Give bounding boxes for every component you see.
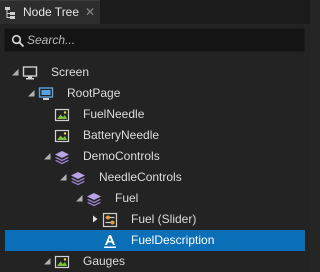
- tree-node[interactable]: Fuel (Slider): [0, 209, 310, 230]
- expanded-arrow-icon[interactable]: [74, 193, 84, 203]
- tree-node-label: FuelNeedle: [83, 107, 145, 121]
- screen-icon: [22, 66, 38, 80]
- search-icon: [11, 34, 25, 48]
- image-icon: [54, 129, 70, 143]
- tree-node-label: FuelDescription: [131, 233, 215, 247]
- tree-node-label: DemoControls: [83, 149, 160, 163]
- tree-node-label: RootPage: [67, 86, 121, 100]
- tab-node-tree[interactable]: Node Tree ✕: [0, 0, 100, 24]
- layers-icon: [87, 193, 101, 207]
- collapsed-arrow-icon[interactable]: [90, 214, 100, 224]
- tree-node[interactable]: RootPage: [0, 83, 310, 104]
- tab-bar: Node Tree ✕: [0, 0, 310, 24]
- expanded-arrow-icon[interactable]: [42, 151, 52, 161]
- expanded-arrow-icon[interactable]: [10, 67, 20, 77]
- expanded-arrow-icon[interactable]: [58, 172, 68, 182]
- tree-node[interactable]: Screen: [0, 62, 310, 83]
- tree-node[interactable]: BatteryNeedle: [0, 125, 310, 146]
- image-icon: [54, 108, 70, 122]
- slider-icon: [102, 212, 118, 228]
- page-icon: [38, 87, 54, 100]
- image-icon: [54, 255, 70, 269]
- tree-node[interactable]: NeedleControls: [0, 167, 310, 188]
- tree-node-label: Screen: [51, 65, 90, 79]
- search-box: [4, 28, 305, 52]
- tree-node[interactable]: FuelDescription: [0, 230, 310, 251]
- layers-icon: [71, 172, 85, 186]
- search-input[interactable]: [27, 32, 297, 48]
- node-tree-panel: Node Tree ✕ Screen RootPage FuelNeedle Batt…: [0, 0, 310, 272]
- node-tree-icon: [5, 7, 15, 19]
- tree-node[interactable]: FuelNeedle: [0, 104, 310, 125]
- tree-node-label: Fuel: [115, 191, 139, 205]
- text-block-icon: [104, 235, 116, 248]
- close-icon[interactable]: ✕: [85, 5, 95, 19]
- expanded-arrow-icon[interactable]: [26, 88, 36, 98]
- tree-node-label: Fuel (Slider): [131, 212, 197, 226]
- tree-node[interactable]: Gauges: [0, 251, 310, 272]
- expanded-arrow-icon[interactable]: [42, 256, 52, 266]
- tree-node[interactable]: DemoControls: [0, 146, 310, 167]
- tree-node-label: Gauges: [83, 254, 126, 268]
- layers-icon: [55, 151, 69, 165]
- node-tree: Screen RootPage FuelNeedle BatteryNeedle Dem…: [0, 62, 310, 272]
- tree-node-label: BatteryNeedle: [83, 128, 160, 142]
- tab-title: Node Tree: [23, 5, 80, 19]
- tree-node[interactable]: Fuel: [0, 188, 310, 209]
- tree-node-label: NeedleControls: [99, 170, 182, 184]
